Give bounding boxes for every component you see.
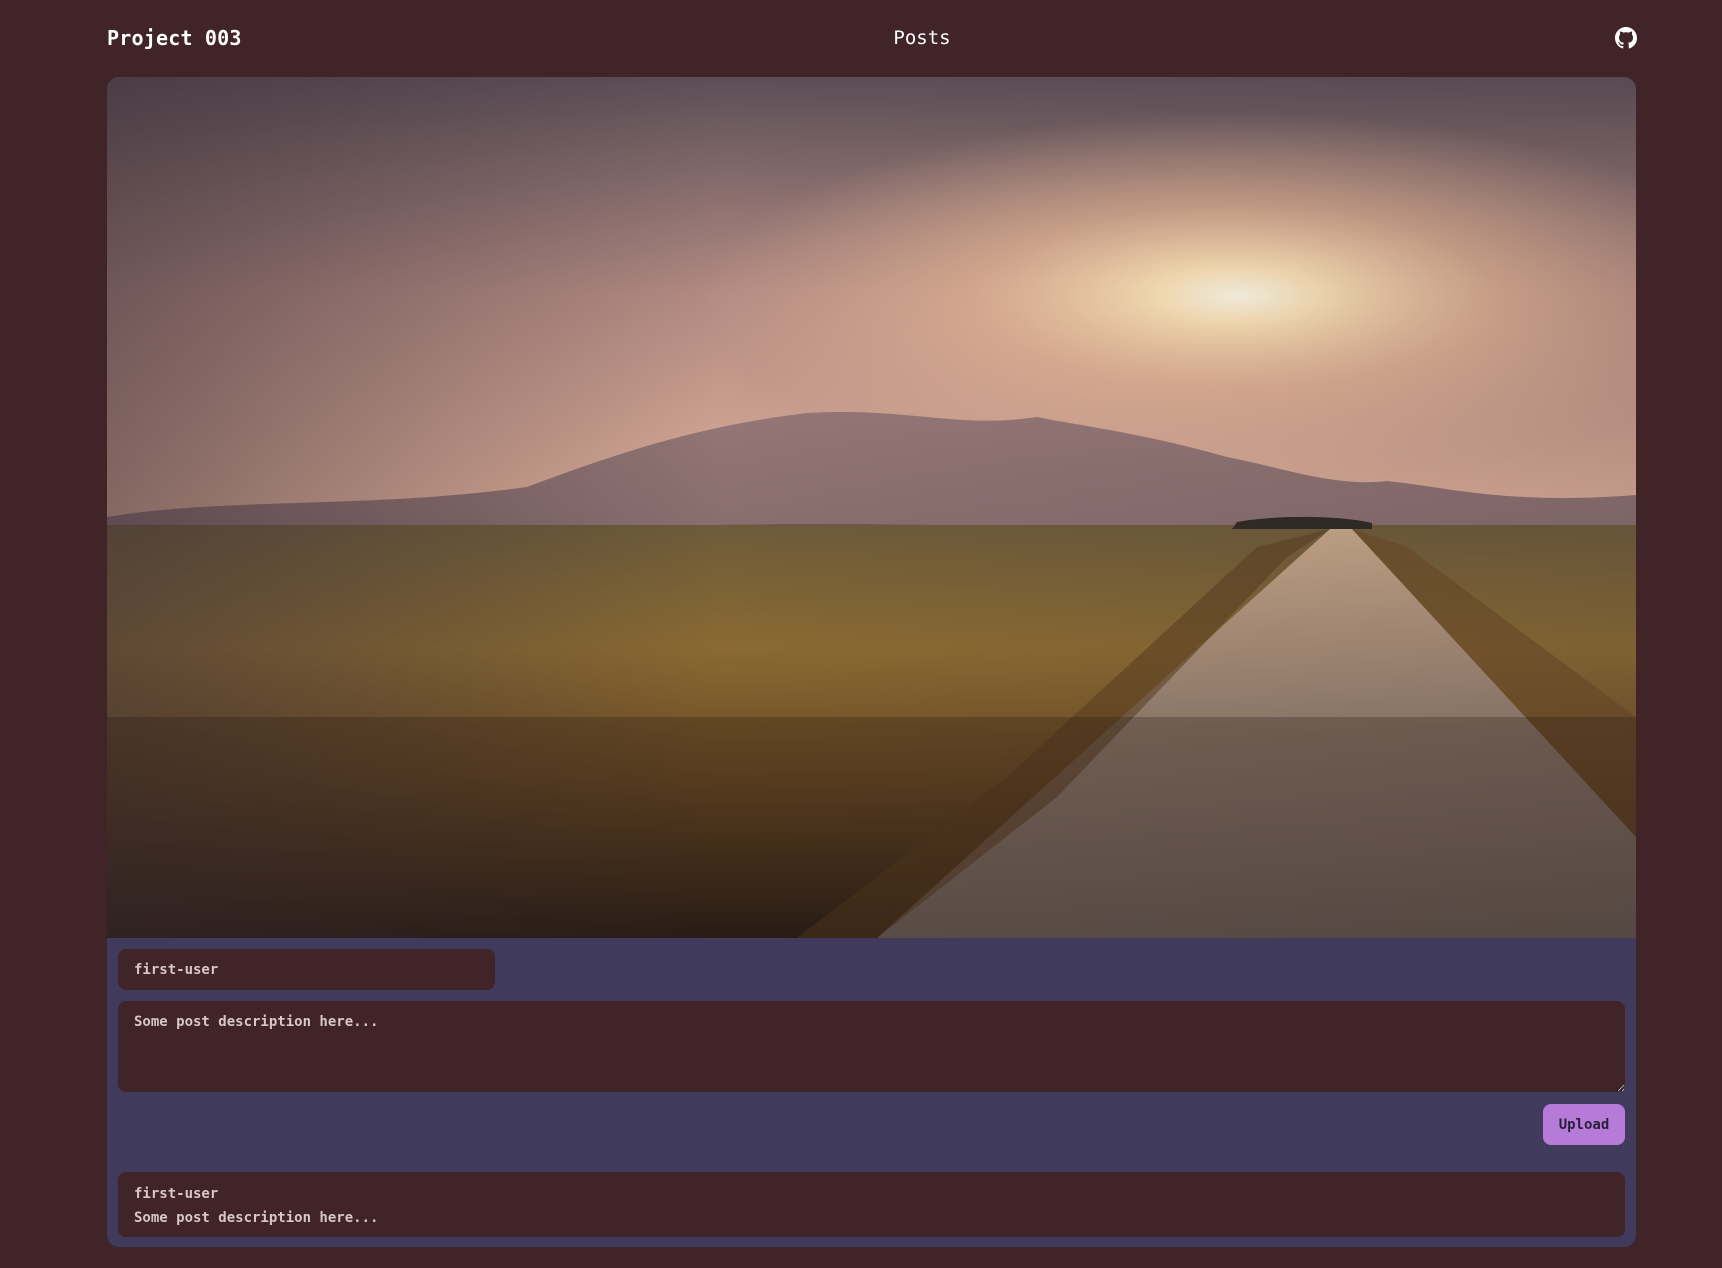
github-icon[interactable] <box>1615 27 1637 49</box>
post-item: first-user Some post description here... <box>118 1172 1625 1237</box>
post-description: Some post description here... <box>134 1210 379 1226</box>
username-input[interactable] <box>118 949 495 990</box>
upload-button[interactable]: Upload <box>1543 1104 1625 1145</box>
post-image <box>107 77 1636 938</box>
nav-posts-link[interactable]: Posts <box>0 27 1722 49</box>
description-field[interactable] <box>118 1001 1625 1092</box>
post-card: Upload first-user Some post description … <box>107 77 1636 1247</box>
post-username: first-user <box>134 1186 219 1202</box>
top-bar: Project 003 Posts <box>0 0 1722 76</box>
